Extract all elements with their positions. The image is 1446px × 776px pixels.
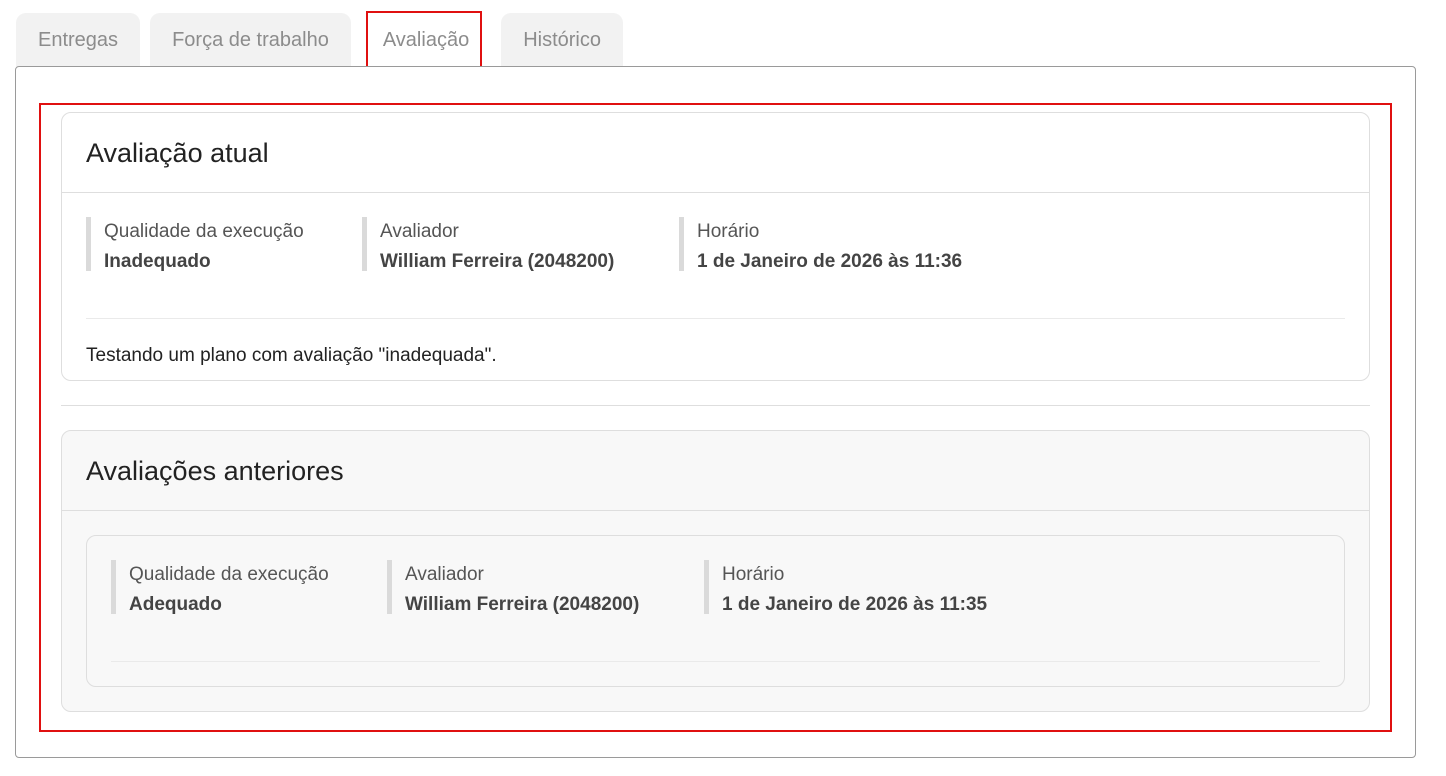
previous-evaluation-item: Qualidade da execução Adequado Avaliador… <box>86 535 1345 687</box>
current-evaluation-card: Avaliação atual Qualidade da execução In… <box>61 112 1370 381</box>
fields-divider <box>111 661 1320 662</box>
quality-value: Inadequado <box>104 251 211 272</box>
tab-avaliacao[interactable]: Avaliação <box>360 13 492 67</box>
quality-field: Qualidade da execução Inadequado <box>86 217 304 272</box>
evaluator-label: Avaliador <box>380 221 459 242</box>
evaluator-field: Avaliador William Ferreira (2048200) <box>387 560 639 615</box>
tab-entregas[interactable]: Entregas <box>16 13 141 67</box>
tab-bar: Entregas Força de trabalho Avaliação His… <box>16 13 623 67</box>
time-label: Horário <box>697 221 760 242</box>
time-value: 1 de Janeiro de 2026 às 11:36 <box>697 251 963 272</box>
current-evaluation-title: Avaliação atual <box>62 113 1369 193</box>
previous-evaluations-card: Avaliações anteriores Qualidade da execu… <box>61 430 1370 712</box>
tab-historico[interactable]: Histórico <box>501 13 623 67</box>
previous-evaluation-fields: Qualidade da execução Adequado Avaliador… <box>111 560 1320 640</box>
time-field: Horário 1 de Janeiro de 2026 às 11:35 <box>704 560 987 615</box>
fields-divider <box>86 318 1345 319</box>
time-label: Horário <box>722 564 785 585</box>
time-field: Horário 1 de Janeiro de 2026 às 11:36 <box>679 217 962 272</box>
page: Entregas Força de trabalho Avaliação His… <box>0 0 1446 776</box>
quality-label: Qualidade da execução <box>129 564 329 585</box>
previous-evaluations-title: Avaliações anteriores <box>62 431 1369 511</box>
current-evaluation-fields: Qualidade da execução Inadequado Avaliad… <box>86 217 1345 297</box>
quality-value: Adequado <box>129 594 222 615</box>
evaluator-field: Avaliador William Ferreira (2048200) <box>362 217 614 272</box>
evaluator-value: William Ferreira (2048200) <box>380 251 615 272</box>
section-divider <box>61 405 1370 406</box>
quality-field: Qualidade da execução Adequado <box>111 560 329 615</box>
quality-label: Qualidade da execução <box>104 221 304 242</box>
evaluation-comment: Testando um plano com avaliação "inadequ… <box>86 345 497 366</box>
tab-forca-de-trabalho[interactable]: Força de trabalho <box>150 13 351 67</box>
evaluator-value: William Ferreira (2048200) <box>405 594 640 615</box>
time-value: 1 de Janeiro de 2026 às 11:35 <box>722 594 988 615</box>
evaluator-label: Avaliador <box>405 564 484 585</box>
